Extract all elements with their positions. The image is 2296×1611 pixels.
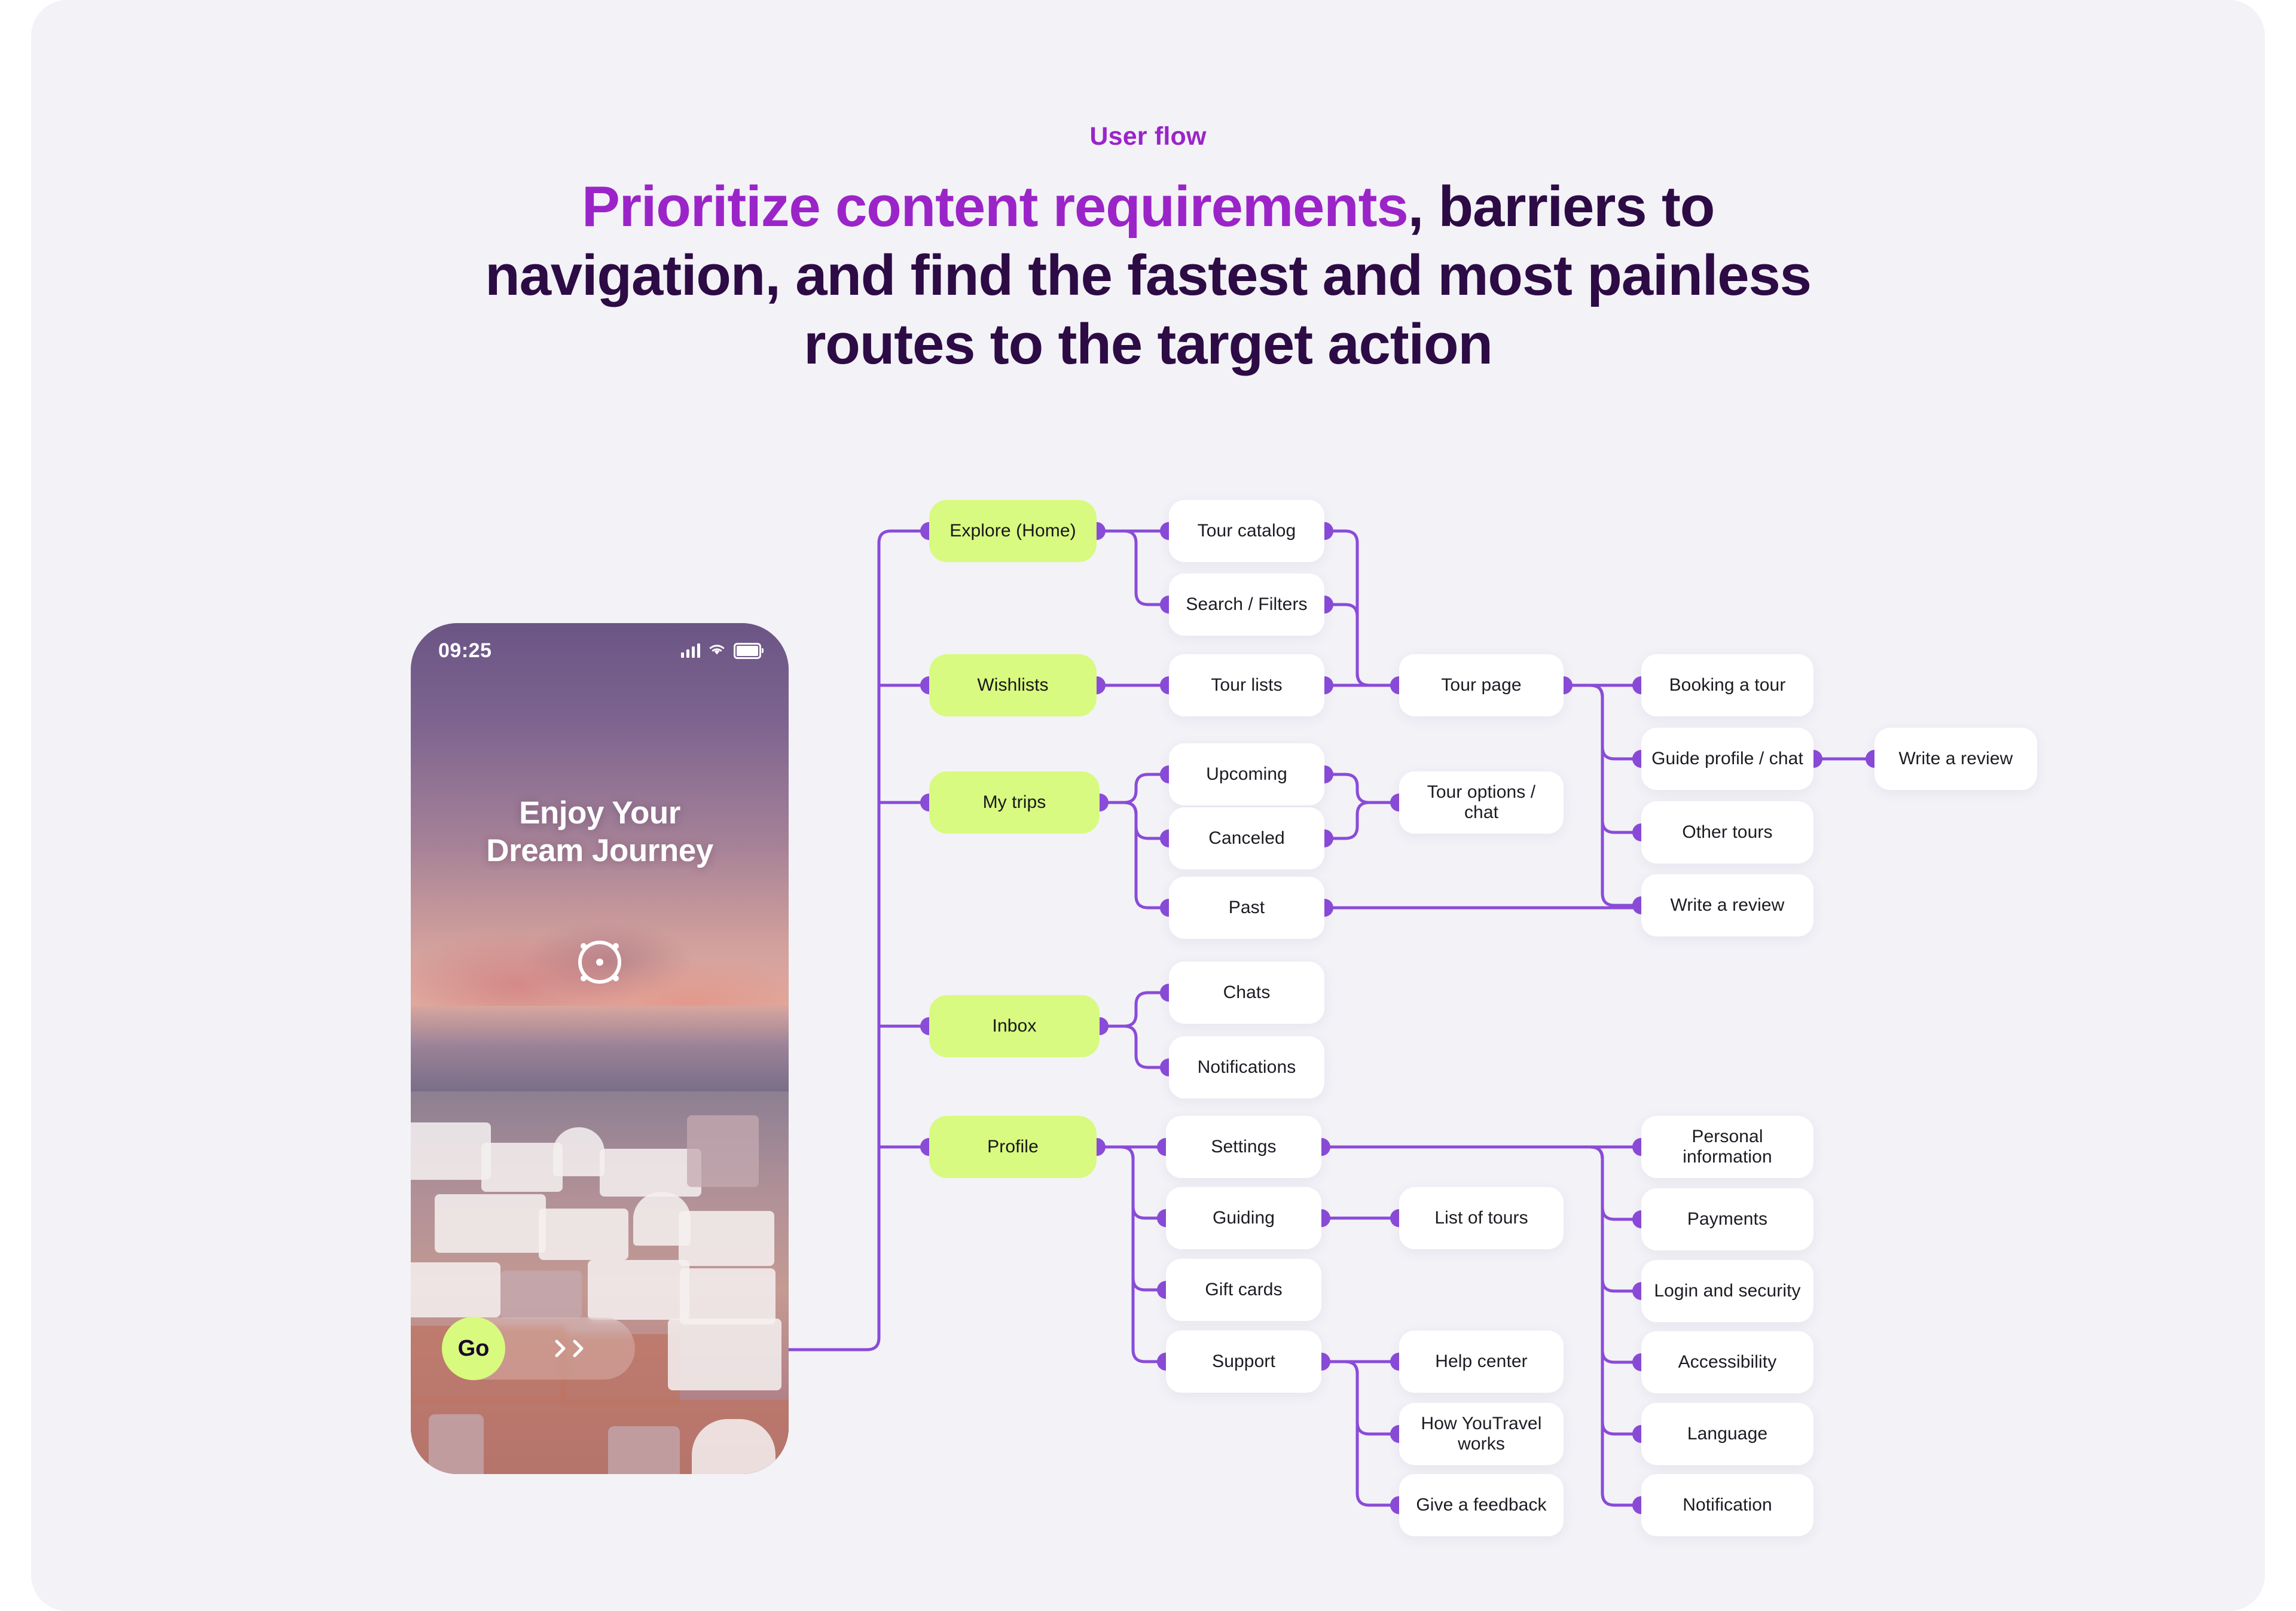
flow-node-past[interactable]: Past [1169, 877, 1324, 939]
flow-node-label: Help center [1435, 1351, 1528, 1371]
flow-node-guide-profile-chat[interactable]: Guide profile / chat [1641, 728, 1813, 790]
flow-node-label: Login and security [1654, 1281, 1801, 1301]
flow-node-profile[interactable]: Profile [929, 1116, 1097, 1178]
flow-node-tour-catalog[interactable]: Tour catalog [1169, 500, 1324, 562]
flow-node-label: Booking a tour [1669, 675, 1786, 695]
go-button[interactable]: Go [442, 1317, 505, 1380]
flow-node-label: Profile [987, 1137, 1039, 1157]
flow-node-accessibility[interactable]: Accessibility [1641, 1331, 1813, 1393]
flow-node-label: Tour options / chat [1427, 782, 1536, 822]
flow-node-write-a-review-2[interactable]: Write a review [1874, 728, 2037, 790]
user-flow-poster: User flow Prioritize content requirement… [0, 0, 2296, 1611]
flow-node-label: Accessibility [1678, 1352, 1777, 1372]
flow-node-label: Wishlists [977, 675, 1049, 695]
flow-node-label: My trips [982, 792, 1046, 812]
flow-node-give-feedback[interactable]: Give a feedback [1399, 1474, 1564, 1536]
cellular-signal-icon [680, 643, 700, 658]
wifi-icon [708, 643, 726, 659]
flow-node-tour-options-chat[interactable]: Tour options / chat [1399, 771, 1564, 834]
headline-highlight: Prioritize content requirements [581, 175, 1409, 239]
flow-node-support[interactable]: Support [1166, 1331, 1321, 1393]
flow-node-booking-a-tour[interactable]: Booking a tour [1641, 654, 1813, 716]
flow-node-language[interactable]: Language [1641, 1403, 1813, 1465]
flow-node-notification[interactable]: Notification [1641, 1474, 1813, 1536]
flow-node-mytrips[interactable]: My trips [929, 771, 1100, 834]
flow-node-payments[interactable]: Payments [1641, 1188, 1813, 1250]
flow-node-label: Give a feedback [1416, 1495, 1547, 1515]
flow-node-label: Past [1228, 898, 1265, 917]
flow-node-label: Chats [1223, 983, 1271, 1002]
phone-headline-line2: Dream Journey [486, 833, 713, 868]
flow-node-how-youtravel[interactable]: How YouTravel works [1399, 1403, 1564, 1465]
flow-node-label: Settings [1211, 1137, 1277, 1157]
flow-node-label: Guide profile / chat [1651, 749, 1803, 768]
phone-mockup: 09:25 Enjoy Your Dream Journey Go [411, 623, 789, 1474]
flow-node-label: Language [1687, 1424, 1768, 1444]
flow-node-notifications[interactable]: Notifications [1169, 1036, 1324, 1099]
phone-status-bar: 09:25 [411, 623, 789, 678]
flow-node-label: Guiding [1212, 1208, 1275, 1228]
flow-node-label: Upcoming [1206, 764, 1287, 784]
flow-node-label: Tour page [1441, 675, 1522, 695]
flow-node-label: Write a review [1898, 749, 2013, 768]
go-slider[interactable]: Go [442, 1317, 635, 1380]
flow-node-label: Write a review [1670, 895, 1785, 915]
flow-node-label: Personal information [1683, 1127, 1772, 1167]
flow-node-wishlists[interactable]: Wishlists [929, 654, 1097, 716]
flow-node-help-center[interactable]: Help center [1399, 1331, 1564, 1393]
flow-node-write-a-review-1[interactable]: Write a review [1641, 874, 1813, 936]
flow-node-other-tours[interactable]: Other tours [1641, 801, 1813, 864]
double-chevron-right-icon [553, 1338, 587, 1359]
page-title: Prioritize content requirements, barrier… [430, 172, 1866, 379]
flow-node-label: Canceled [1208, 828, 1285, 848]
phone-headline: Enjoy Your Dream Journey [411, 794, 789, 869]
flow-node-label: Notification [1683, 1495, 1772, 1515]
section-eyebrow: User flow [1089, 122, 1207, 151]
flow-node-search-filters[interactable]: Search / Filters [1169, 573, 1324, 636]
flow-node-label: How YouTravel works [1421, 1414, 1542, 1454]
flow-node-label: Explore (Home) [949, 521, 1076, 541]
flow-node-guiding[interactable]: Guiding [1166, 1187, 1321, 1249]
flow-node-label: Support [1212, 1351, 1275, 1371]
flow-node-canceled[interactable]: Canceled [1169, 807, 1324, 869]
status-icons [680, 642, 764, 659]
flow-node-label: Inbox [992, 1016, 1037, 1036]
flow-node-tour-page[interactable]: Tour page [1399, 654, 1564, 716]
flow-node-tour-lists[interactable]: Tour lists [1169, 654, 1324, 716]
phone-townscape [411, 1091, 789, 1474]
compass-icon [567, 930, 632, 994]
flow-node-label: Search / Filters [1186, 594, 1308, 614]
flow-node-upcoming[interactable]: Upcoming [1169, 743, 1324, 806]
flow-node-inbox[interactable]: Inbox [929, 995, 1100, 1057]
flow-node-label: Notifications [1197, 1057, 1296, 1077]
flow-node-label: Tour lists [1211, 675, 1283, 695]
flow-node-label: List of tours [1434, 1208, 1528, 1228]
flow-node-list-of-tours[interactable]: List of tours [1399, 1187, 1564, 1249]
flow-node-explore[interactable]: Explore (Home) [929, 500, 1097, 562]
flow-node-login-and-security[interactable]: Login and security [1641, 1260, 1813, 1322]
flow-node-label: Tour catalog [1197, 521, 1296, 541]
flow-node-label: Payments [1687, 1209, 1768, 1229]
flow-node-chats[interactable]: Chats [1169, 962, 1324, 1024]
flow-node-personal-information[interactable]: Personal information [1641, 1116, 1813, 1178]
flow-node-label: Other tours [1682, 822, 1773, 842]
phone-headline-line1: Enjoy Your [519, 795, 680, 831]
status-time: 09:25 [438, 639, 492, 662]
flow-node-gift-cards[interactable]: Gift cards [1166, 1259, 1321, 1321]
flow-node-settings[interactable]: Settings [1166, 1116, 1321, 1178]
flow-node-label: Gift cards [1205, 1280, 1283, 1299]
battery-icon [734, 642, 764, 659]
